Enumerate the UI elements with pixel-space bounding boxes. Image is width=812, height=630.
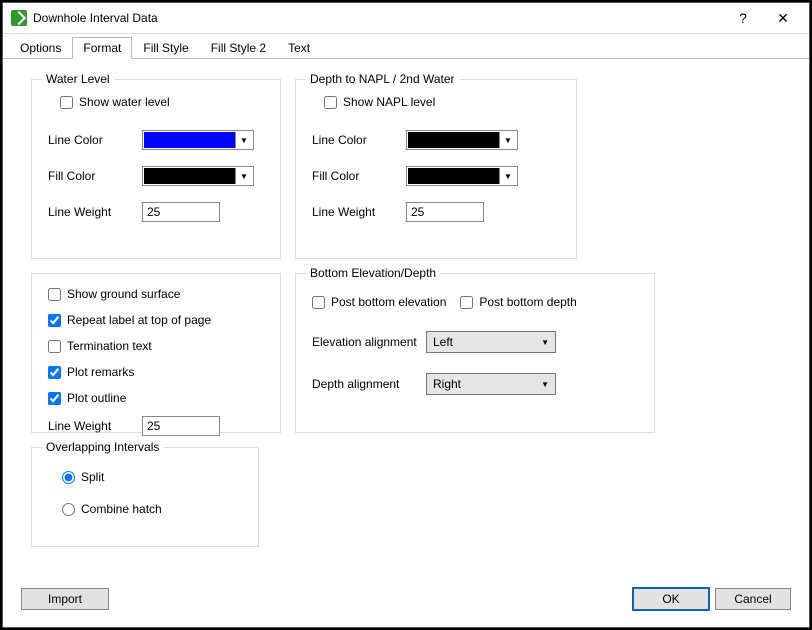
napl-fill-color-picker[interactable]: ▼ bbox=[406, 166, 518, 186]
line-color-label: Line Color bbox=[48, 133, 142, 147]
combine-label: Combine hatch bbox=[81, 502, 162, 516]
tabstrip: Options Format Fill Style Fill Style 2 T… bbox=[3, 34, 809, 59]
tab-fill-style[interactable]: Fill Style bbox=[132, 37, 199, 58]
color-swatch bbox=[408, 168, 499, 184]
show-ground-label: Show ground surface bbox=[67, 287, 180, 301]
line-weight-label: Line Weight bbox=[48, 205, 142, 219]
group-napl: Depth to NAPL / 2nd Water Show NAPL leve… bbox=[295, 79, 577, 259]
group-water-level: Water Level Show water level Line Color … bbox=[31, 79, 281, 259]
import-button[interactable]: Import bbox=[21, 588, 109, 610]
chevron-down-icon: ▼ bbox=[499, 132, 516, 148]
tab-fill-style-2[interactable]: Fill Style 2 bbox=[200, 37, 277, 58]
plot-remarks-label: Plot remarks bbox=[67, 365, 134, 379]
termination-label: Termination text bbox=[67, 339, 152, 353]
chevron-down-icon: ▼ bbox=[499, 168, 516, 184]
help-button[interactable]: ? bbox=[723, 4, 763, 32]
line-weight-label: Line Weight bbox=[48, 419, 142, 433]
tab-panel: Water Level Show water level Line Color … bbox=[3, 59, 809, 581]
chevron-down-icon: ▼ bbox=[235, 132, 252, 148]
close-button[interactable]: ✕ bbox=[763, 4, 803, 32]
repeat-label-label: Repeat label at top of page bbox=[67, 313, 211, 327]
water-line-color-picker[interactable]: ▼ bbox=[142, 130, 254, 150]
show-napl-checkbox[interactable] bbox=[324, 96, 337, 109]
split-label: Split bbox=[81, 470, 104, 484]
depth-align-select[interactable]: Right ▼ bbox=[426, 373, 556, 395]
group-legend: Water Level bbox=[42, 72, 114, 86]
post-depth-checkbox[interactable] bbox=[460, 296, 473, 309]
split-radio[interactable] bbox=[62, 471, 75, 484]
post-elev-checkbox[interactable] bbox=[312, 296, 325, 309]
water-fill-color-picker[interactable]: ▼ bbox=[142, 166, 254, 186]
water-line-weight-input[interactable] bbox=[142, 202, 220, 222]
termination-checkbox[interactable] bbox=[48, 340, 61, 353]
napl-line-weight-input[interactable] bbox=[406, 202, 484, 222]
combine-radio[interactable] bbox=[62, 503, 75, 516]
group-legend: Overlapping Intervals bbox=[42, 440, 163, 454]
depth-align-label: Depth alignment bbox=[312, 377, 426, 391]
repeat-label-checkbox[interactable] bbox=[48, 314, 61, 327]
group-legend: Bottom Elevation/Depth bbox=[306, 266, 440, 280]
show-water-level-checkbox[interactable] bbox=[60, 96, 73, 109]
show-water-level-label: Show water level bbox=[79, 95, 170, 109]
line-weight-label: Line Weight bbox=[312, 205, 406, 219]
post-elev-label: Post bottom elevation bbox=[331, 295, 446, 309]
plot-remarks-checkbox[interactable] bbox=[48, 366, 61, 379]
plot-outline-checkbox[interactable] bbox=[48, 392, 61, 405]
cancel-button[interactable]: Cancel bbox=[715, 588, 791, 610]
show-ground-checkbox[interactable] bbox=[48, 288, 61, 301]
fill-color-label: Fill Color bbox=[48, 169, 142, 183]
misc-line-weight-input[interactable] bbox=[142, 416, 220, 436]
tab-options[interactable]: Options bbox=[9, 37, 72, 58]
show-napl-label: Show NAPL level bbox=[343, 95, 435, 109]
line-color-label: Line Color bbox=[312, 133, 406, 147]
depth-align-value: Right bbox=[433, 377, 461, 391]
elev-align-select[interactable]: Left ▼ bbox=[426, 331, 556, 353]
tab-text[interactable]: Text bbox=[277, 37, 321, 58]
dialog-window: Downhole Interval Data ? ✕ Options Forma… bbox=[2, 2, 810, 628]
app-icon bbox=[11, 10, 27, 26]
chevron-down-icon: ▼ bbox=[541, 338, 549, 347]
elev-align-value: Left bbox=[433, 335, 453, 349]
ok-button[interactable]: OK bbox=[633, 588, 709, 610]
footer: Import OK Cancel bbox=[3, 581, 809, 627]
group-legend: Depth to NAPL / 2nd Water bbox=[306, 72, 459, 86]
fill-color-label: Fill Color bbox=[312, 169, 406, 183]
window-title: Downhole Interval Data bbox=[33, 11, 723, 25]
color-swatch bbox=[408, 132, 499, 148]
chevron-down-icon: ▼ bbox=[541, 380, 549, 389]
tab-format[interactable]: Format bbox=[72, 37, 132, 59]
titlebar: Downhole Interval Data ? ✕ bbox=[3, 3, 809, 34]
group-bottom: Bottom Elevation/Depth Post bottom eleva… bbox=[295, 273, 655, 433]
post-depth-label: Post bottom depth bbox=[479, 295, 576, 309]
chevron-down-icon: ▼ bbox=[235, 168, 252, 184]
group-misc: Show ground surface Repeat label at top … bbox=[31, 273, 281, 433]
group-overlap: Overlapping Intervals Split Combine hatc… bbox=[31, 447, 259, 547]
color-swatch bbox=[144, 168, 235, 184]
plot-outline-label: Plot outline bbox=[67, 391, 126, 405]
napl-line-color-picker[interactable]: ▼ bbox=[406, 130, 518, 150]
color-swatch bbox=[144, 132, 235, 148]
elev-align-label: Elevation alignment bbox=[312, 335, 426, 349]
